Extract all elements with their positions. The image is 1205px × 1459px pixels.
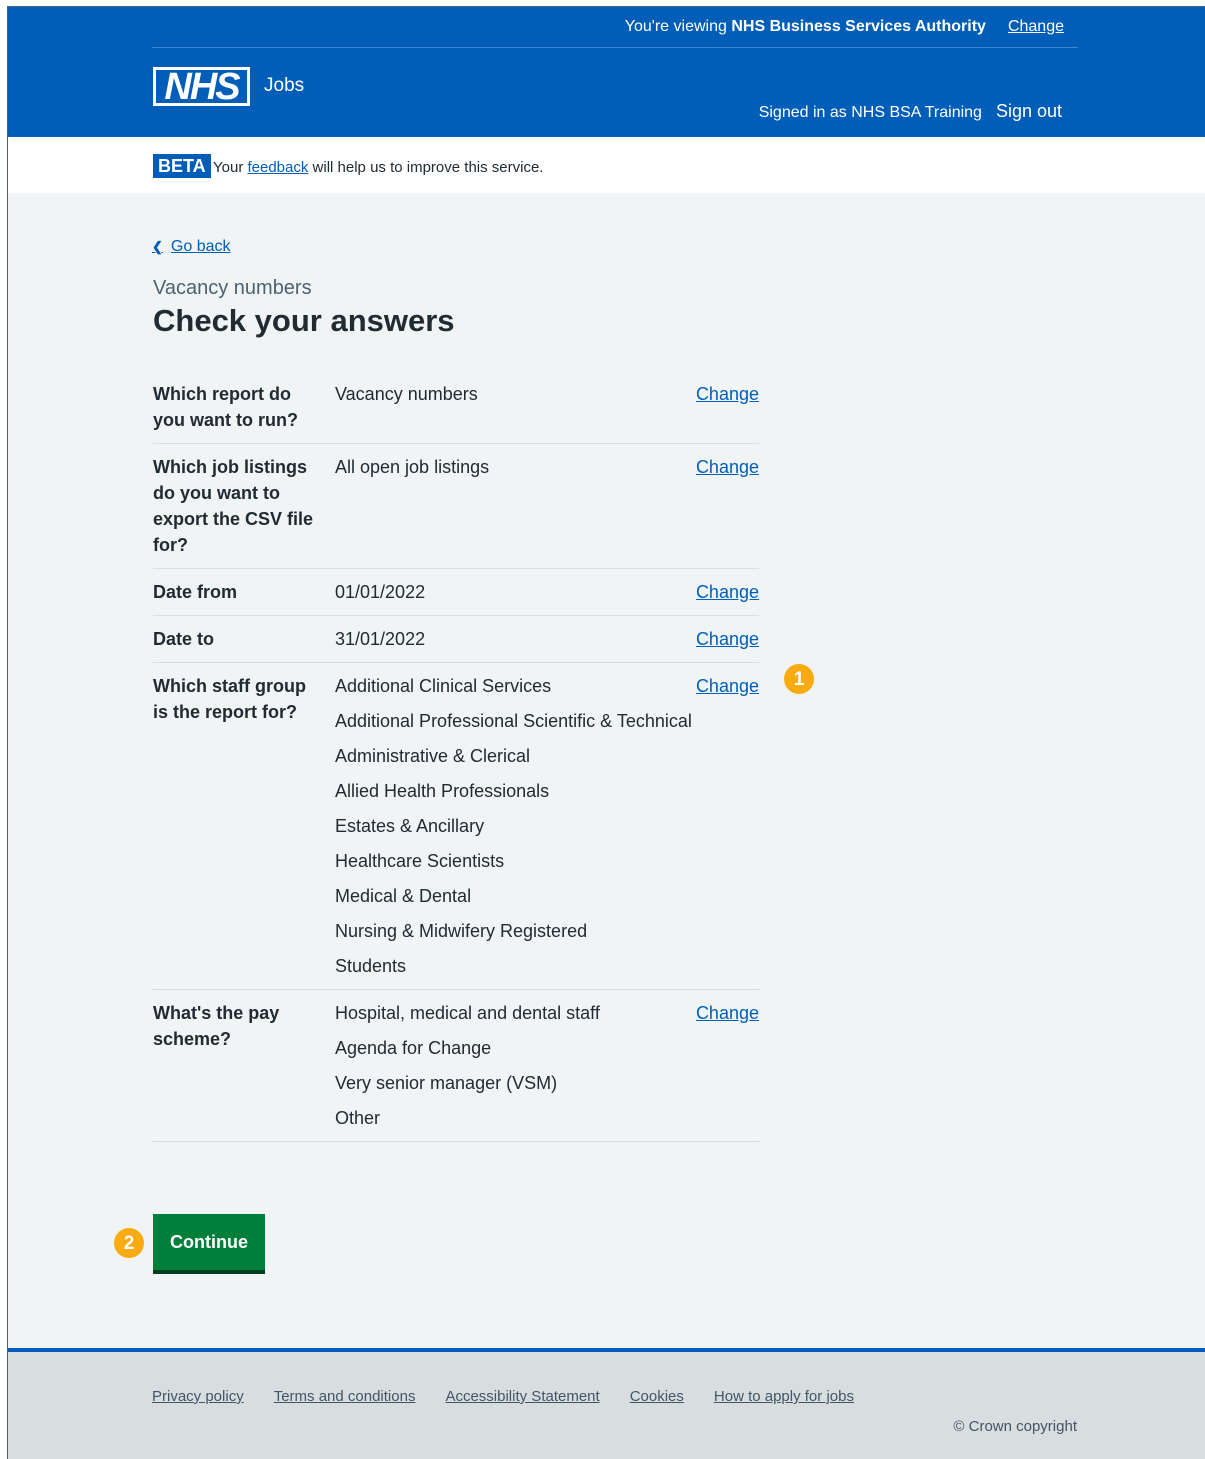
step-marker-2: 2 [114,1228,144,1258]
organisation-bar: You're viewing NHS Business Services Aut… [152,7,1078,48]
how-to-apply-link[interactable]: How to apply for jobs [714,1388,854,1405]
service-name[interactable]: Jobs [264,75,304,97]
summary-row-job-listings: Which job listings do you want to export… [153,444,759,569]
summary-key: Which report do you want to run? [153,384,298,430]
summary-row-pay-scheme: What's the pay scheme? Hospital, medical… [153,990,759,1142]
summary-row-report: Which report do you want to run? Vacancy… [153,371,759,444]
summary-list: Which report do you want to run? Vacancy… [153,371,759,1142]
chevron-left-icon: ❮ [152,239,163,254]
continue-button[interactable]: Continue [153,1214,265,1270]
summary-key: Which job listings do you want to export… [153,457,314,555]
summary-value: Hospital, medical and dental staff Agend… [335,1003,600,1128]
feedback-link[interactable]: feedback [247,159,308,176]
summary-value: Additional Clinical Services Additional … [335,676,692,976]
signed-in-text: Signed in as NHS BSA Training [758,104,982,121]
summary-row-date-to: Date to 31/01/2022 Change [153,616,759,663]
summary-key: Date from [153,582,238,602]
change-organisation-link[interactable]: Change [1008,18,1064,36]
summary-row-date-from: Date from 01/01/2022 Change [153,569,759,616]
cookies-link[interactable]: Cookies [630,1388,684,1405]
summary-row-staff-group: Which staff group is the report for? Add… [153,663,759,990]
summary-value: Vacancy numbers [335,384,478,404]
nhs-logo[interactable]: NHS [153,67,250,106]
beta-text: Your feedback will help us to improve th… [213,159,544,176]
page-caption: Vacancy numbers [153,277,312,299]
terms-link[interactable]: Terms and conditions [274,1388,416,1405]
summary-key: Date to [153,629,215,649]
go-back-link[interactable]: ❮ Go back [152,238,231,256]
page-frame: You're viewing NHS Business Services Aut… [7,6,1205,1459]
change-date-to-link[interactable]: Change [696,629,759,649]
viewing-organisation-text: You're viewing NHS Business Services Aut… [624,18,986,35]
page-title: Check your answers [153,303,455,338]
accessibility-link[interactable]: Accessibility Statement [445,1388,599,1405]
summary-value: 31/01/2022 [335,629,426,649]
change-date-from-link[interactable]: Change [696,582,759,602]
sign-out-link[interactable]: Sign out [996,101,1062,122]
summary-value: All open job listings [335,457,490,477]
footer-links: Privacy policy Terms and conditions Acce… [152,1388,854,1405]
beta-banner: BETA Your feedback will help us to impro… [8,137,1205,193]
privacy-policy-link[interactable]: Privacy policy [152,1388,244,1405]
site-header: You're viewing NHS Business Services Aut… [8,7,1205,137]
change-pay-scheme-link[interactable]: Change [696,1003,759,1023]
organisation-name: NHS Business Services Authority [731,18,986,35]
site-footer: Privacy policy Terms and conditions Acce… [8,1348,1205,1459]
summary-key: Which staff group is the report for? [153,676,306,722]
account-area: Signed in as NHS BSA Training Sign out [759,101,1062,122]
beta-tag: BETA [153,154,211,178]
change-report-link[interactable]: Change [696,384,759,404]
summary-value: 01/01/2022 [335,582,426,602]
step-marker-1: 1 [784,664,814,694]
copyright-text: © Crown copyright [953,1418,1077,1435]
change-staff-group-link[interactable]: Change [696,676,759,696]
change-job-listings-link[interactable]: Change [696,457,759,477]
summary-key: What's the pay scheme? [153,1003,280,1049]
